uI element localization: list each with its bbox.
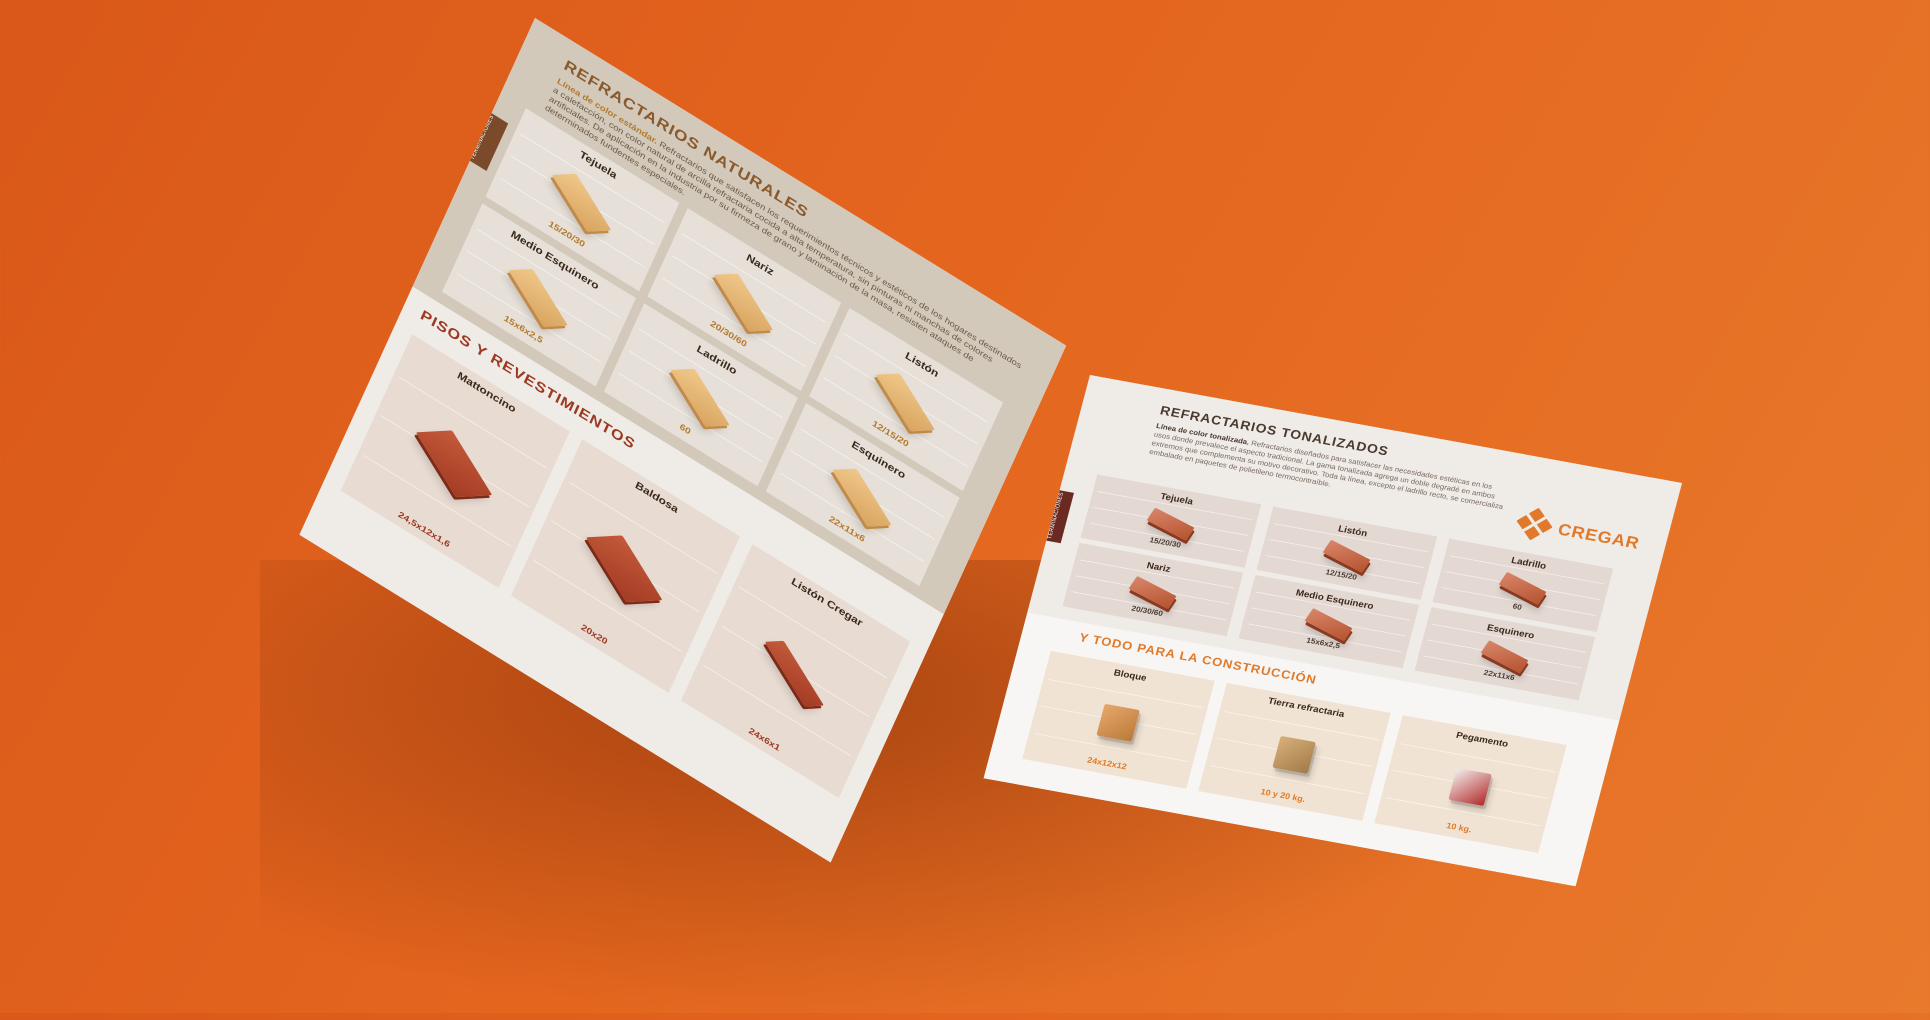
- naturales-item-product-image: [508, 268, 568, 327]
- naturales-item-product-image: [875, 373, 935, 432]
- naturales-item-product-image: [669, 368, 730, 427]
- naturales-item-product-image: [713, 273, 773, 332]
- naturales-item-product-image: [831, 468, 892, 527]
- tonalizados-item-product-image: [1498, 571, 1547, 605]
- pisos-item-product-image: [764, 640, 824, 707]
- tonalizados-item-product-image: [1480, 640, 1529, 674]
- construccion-item-product-image: [1447, 767, 1492, 806]
- tonalizados-item-product-image: [1322, 539, 1371, 573]
- construccion-item-product-image: [1095, 703, 1140, 742]
- tonalizados-item-product-image: [1128, 575, 1177, 609]
- cregar-logo-icon: [1516, 507, 1553, 541]
- naturales-item-product-image: [551, 173, 611, 232]
- construccion-item-product-image: [1271, 735, 1316, 774]
- cregar-logo-text: CREGAR: [1556, 519, 1642, 553]
- pisos-item-product-image: [585, 535, 663, 603]
- tonalizados-item-product-image: [1146, 507, 1195, 541]
- tonalizados-item-product-image: [1304, 607, 1353, 641]
- pisos-item-product-image: [415, 430, 493, 498]
